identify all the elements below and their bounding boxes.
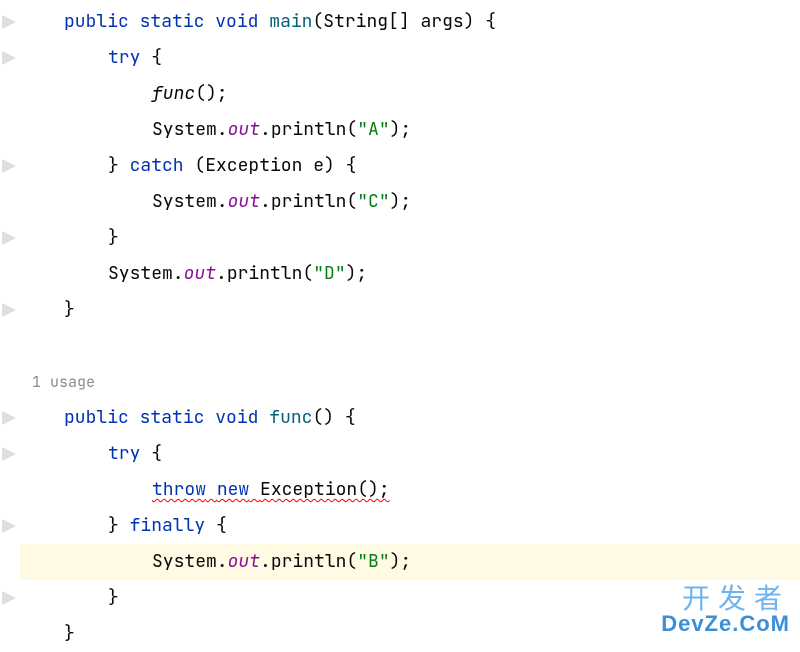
string-literal: "D": [313, 262, 345, 285]
static-field: out: [228, 550, 260, 573]
code-line[interactable]: }: [20, 580, 800, 616]
fold-marker-icon: [2, 159, 16, 173]
fold-marker-icon: [2, 303, 16, 317]
method-name: main: [269, 10, 312, 33]
params: () {: [312, 406, 355, 429]
code-line[interactable]: System.out.println("C");: [20, 184, 800, 220]
code-line[interactable]: }: [20, 292, 800, 328]
fold-marker-icon: [2, 447, 16, 461]
keyword: public: [64, 406, 129, 429]
keyword: throw: [152, 478, 206, 501]
code-line[interactable]: }: [20, 220, 800, 256]
code-line[interactable]: } finally {: [20, 508, 800, 544]
code-line[interactable]: try {: [20, 40, 800, 76]
code-line[interactable]: func();: [20, 76, 800, 112]
code-line[interactable]: public static void main(String[] args) {: [20, 4, 800, 40]
static-field: out: [228, 190, 260, 213]
method-name: func: [269, 406, 312, 429]
code-editor[interactable]: public static void main(String[] args) {…: [0, 0, 800, 652]
string-literal: "A": [357, 118, 389, 141]
code-line[interactable]: } catch (Exception e) {: [20, 148, 800, 184]
static-field: out: [228, 118, 260, 141]
string-literal: "C": [357, 190, 389, 213]
code-line[interactable]: System.out.println("D");: [20, 256, 800, 292]
usage-count: 1 usage: [32, 364, 95, 400]
fold-marker-icon: [2, 411, 16, 425]
keyword: void: [215, 10, 258, 33]
keyword: public: [64, 10, 129, 33]
keyword: void: [215, 406, 258, 429]
code-line[interactable]: throw new Exception();: [20, 472, 800, 508]
keyword: static: [140, 10, 205, 33]
keyword: try: [108, 46, 140, 69]
usage-hint[interactable]: 1 usage: [20, 364, 800, 400]
static-field: out: [184, 262, 216, 285]
params: (String[] args) {: [312, 10, 496, 33]
string-literal: "B": [357, 550, 389, 573]
fold-marker-icon: [2, 591, 16, 605]
keyword: new: [217, 478, 249, 501]
code-line[interactable]: }: [20, 616, 800, 652]
keyword: static: [140, 406, 205, 429]
blank-line: [20, 328, 800, 364]
class-name: Exception();: [260, 478, 390, 501]
code-line[interactable]: System.out.println("A");: [20, 112, 800, 148]
method-call: func: [152, 82, 195, 105]
code-line[interactable]: public static void func() {: [20, 400, 800, 436]
fold-marker-icon: [2, 51, 16, 65]
code-line[interactable]: try {: [20, 436, 800, 472]
fold-marker-icon: [2, 15, 16, 29]
keyword: finally: [130, 514, 206, 537]
fold-marker-icon: [2, 519, 16, 533]
fold-marker-icon: [2, 231, 16, 245]
keyword: catch: [130, 154, 184, 177]
code-line-current[interactable]: System.out.println("B");: [20, 544, 800, 580]
keyword: try: [108, 442, 140, 465]
